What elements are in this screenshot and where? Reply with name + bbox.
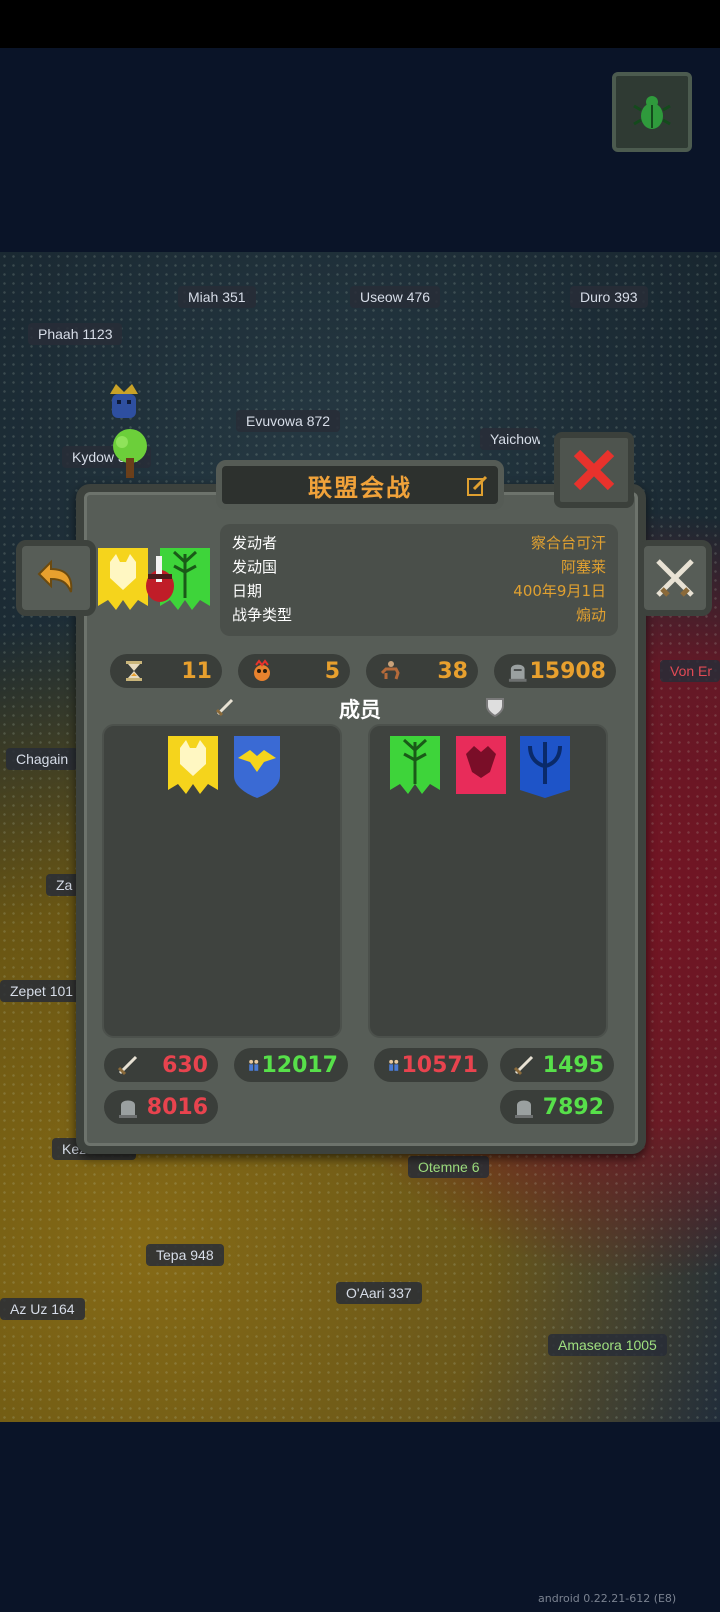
initiator-banners (98, 542, 216, 618)
king-unit-icon[interactable] (106, 380, 142, 420)
trident-banner-icon[interactable] (520, 736, 570, 798)
attacker-sword-stat: 630 (104, 1048, 218, 1082)
demon-banner-icon[interactable] (456, 736, 506, 798)
map-label-chagain[interactable]: Chagain (6, 748, 79, 770)
map-label-phaah[interactable]: Phaah 1123 (28, 323, 123, 345)
map-label-zepet[interactable]: Zepet 101 (0, 980, 84, 1002)
eagle-banner-icon[interactable] (232, 736, 282, 798)
attacker-sword-value: 630 (162, 1052, 208, 1078)
gravestone-icon (515, 1100, 533, 1118)
map-label-otemne[interactable]: Otemne 6 (408, 1156, 490, 1178)
close-button[interactable] (554, 432, 634, 508)
attacker-dead-stat: 8016 (104, 1090, 218, 1124)
map-label-miah[interactable]: Miah 351 (178, 286, 256, 308)
attacker-population-stat: 12017 (234, 1048, 348, 1082)
back-button[interactable] (16, 540, 96, 616)
defender-sword-stat: 1495 (500, 1048, 614, 1082)
kills-icon (254, 659, 270, 681)
info-row-war-type: 战争类型 煽动 (232, 602, 606, 626)
wolf-banner-icon (98, 542, 210, 610)
shield-icon (486, 698, 504, 718)
info-key: 战争类型 (232, 605, 293, 624)
map-label-oaari[interactable]: O'Aari 337 (336, 1282, 422, 1304)
map-bottom-sky (0, 1422, 720, 1612)
title-tab: 联盟会战 (216, 460, 504, 510)
map-label-yaichow[interactable]: Yaichow (480, 428, 540, 450)
map-label-amaseora[interactable]: Amaseora 1005 (548, 1334, 667, 1356)
attacker-members-panel (102, 724, 342, 1038)
stat-duration: 11 (110, 654, 222, 688)
beetle-power-button[interactable] (612, 72, 692, 152)
sword-icon (215, 698, 234, 717)
stat-units: 38 (366, 654, 478, 688)
defender-sword-value: 1495 (542, 1052, 604, 1078)
status-bar (0, 0, 720, 48)
window-title: 联盟会战 (308, 473, 412, 502)
defender-dead-value: 7892 (542, 1094, 604, 1120)
beetle-icon (633, 96, 671, 129)
duration-value: 11 (181, 658, 212, 684)
map-label-duro[interactable]: Duro 393 (570, 286, 648, 308)
defender-population-value: 10571 (401, 1052, 478, 1078)
tree-unit-icon[interactable] (108, 428, 152, 480)
deaths-value: 15908 (529, 658, 606, 684)
info-row-date: 日期 400年9月1日 (232, 578, 606, 602)
horseman-icon (380, 661, 400, 680)
defender-dead-stat: 7892 (500, 1090, 614, 1124)
attacker-dead-value: 8016 (146, 1094, 208, 1120)
info-value[interactable]: 察合台可汗 (531, 532, 606, 553)
map-label-azuz[interactable]: Az Uz 164 (0, 1298, 85, 1320)
members-title: 成员 (339, 698, 381, 722)
crossed-swords-icon (656, 559, 694, 597)
population-icon (389, 1059, 399, 1071)
tree-banner-icon[interactable] (390, 736, 440, 798)
info-key: 日期 (232, 581, 263, 600)
population-icon (249, 1059, 259, 1071)
info-value[interactable]: 阿塞莱 (561, 556, 606, 577)
info-value: 煽动 (575, 605, 606, 624)
info-key: 发动国 (232, 557, 278, 576)
version-label: android 0.22.21-612 (E8) (538, 1592, 677, 1605)
kills-value: 5 (324, 658, 340, 684)
map-label-tepa[interactable]: Tepa 948 (146, 1244, 224, 1266)
info-key: 发动者 (232, 533, 278, 552)
wolf-banner-icon[interactable] (168, 736, 218, 798)
attacker-population-value: 12017 (261, 1052, 338, 1078)
sword-icon (117, 1055, 138, 1076)
stat-kills: 5 (238, 654, 350, 688)
stat-deaths: 15908 (494, 654, 616, 688)
sword-icon (513, 1055, 534, 1076)
back-arrow-icon (37, 559, 73, 593)
gravestone-icon (119, 1100, 137, 1118)
map-label-von[interactable]: Von Er (660, 660, 720, 682)
hourglass-icon (126, 661, 142, 681)
info-row-kingdom: 发动国 阿塞莱 (232, 554, 606, 578)
info-row-initiator: 发动者 察合台可汗 (232, 530, 606, 554)
map-label-useow[interactable]: Useow 476 (350, 286, 441, 308)
info-value: 400年9月1日 (513, 581, 606, 600)
war-list-button[interactable] (638, 540, 712, 616)
defender-population-stat: 10571 (374, 1048, 488, 1082)
defender-members-panel (368, 724, 608, 1038)
war-info-box: 发动者 察合台可汗 发动国 阿塞莱 日期 400年9月1日 战争类型 煽动 (220, 524, 618, 636)
edit-icon[interactable] (466, 475, 488, 497)
units-value: 38 (437, 658, 468, 684)
gravestone-icon (508, 664, 527, 682)
close-icon (573, 449, 615, 491)
map-label-evuvowa[interactable]: Evuvowa 872 (236, 410, 341, 432)
